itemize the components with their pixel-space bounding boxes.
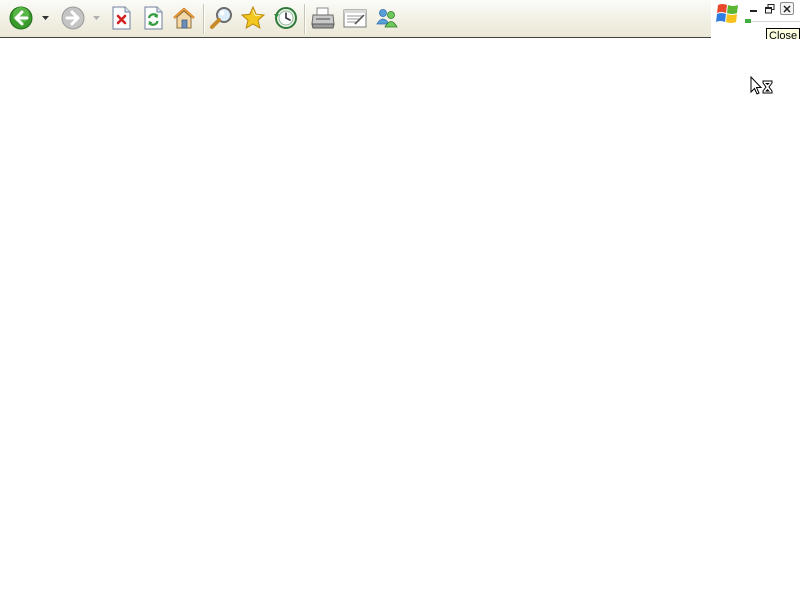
stop-button[interactable] [108,5,134,31]
print-button[interactable] [310,5,336,31]
forward-arrow-icon [61,6,85,30]
close-button[interactable] [780,2,794,15]
restore-button[interactable] [763,2,777,15]
busy-cursor-icon [750,76,773,95]
stop-icon [112,6,131,30]
star-icon [240,6,266,30]
forward-button[interactable] [60,5,86,31]
toolbar-separator [203,4,205,34]
windows-flag-icon [716,4,738,23]
history-button[interactable] [272,5,298,31]
search-button[interactable] [209,5,235,31]
minimize-icon [749,10,757,12]
refresh-icon [144,6,163,30]
history-icon [274,7,297,29]
toolbar-separator [304,4,306,34]
progress-track [751,21,800,22]
restore-icon [765,3,775,13]
search-icon [210,7,232,29]
edit-button[interactable] [342,5,368,31]
forward-dropdown-icon[interactable] [93,15,100,21]
printer-icon [311,7,335,29]
messenger-button[interactable] [374,5,400,31]
edit-page-icon [343,9,367,28]
back-dropdown-icon[interactable] [42,15,49,21]
home-button[interactable] [171,5,197,31]
favorites-button[interactable] [240,5,266,31]
page-content-area[interactable] [0,39,800,600]
back-button[interactable] [8,5,34,31]
back-arrow-icon [9,6,33,30]
home-icon [173,7,195,29]
close-icon [783,4,791,13]
refresh-button[interactable] [140,5,166,31]
minimize-button[interactable] [746,2,760,15]
ie-toolbar [0,0,711,38]
messenger-icon [376,9,398,28]
